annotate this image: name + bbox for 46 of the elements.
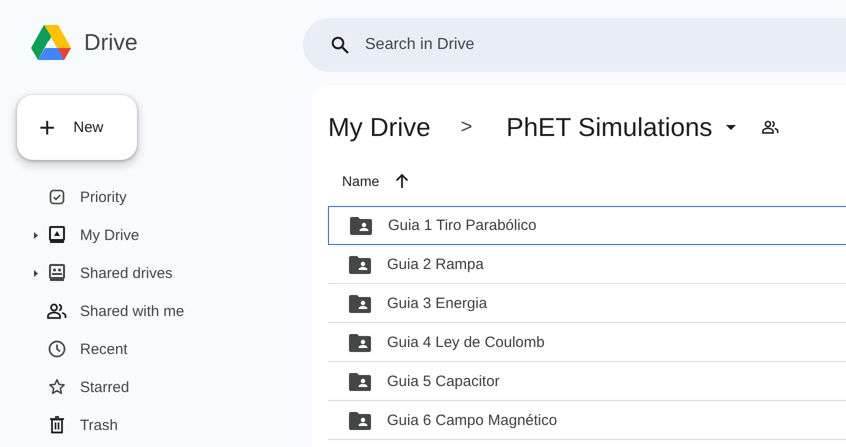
nav-item[interactable]: Shared with me xyxy=(17,292,303,330)
file-row[interactable]: Guia 4 Ley de Coulomb xyxy=(328,323,846,362)
shared-folder-icon xyxy=(349,256,371,274)
shared-folder-icon xyxy=(350,216,372,234)
file-name: Guia 4 Ley de Coulomb xyxy=(387,334,545,351)
expand-caret-icon[interactable] xyxy=(34,270,38,276)
folder-menu-button[interactable]: PhET Simulations xyxy=(502,112,740,142)
sort-arrow-icon[interactable] xyxy=(395,173,410,189)
nav-item[interactable]: Shared drives xyxy=(17,254,303,292)
shared-folder-icon xyxy=(349,412,371,430)
star-icon xyxy=(48,378,66,396)
nav-item[interactable]: Starred xyxy=(17,368,303,406)
file-name: Guia 1 Tiro Parabólico xyxy=(388,217,536,234)
people-icon xyxy=(47,303,67,319)
drive-icon xyxy=(49,226,65,244)
new-button[interactable]: + New xyxy=(17,95,137,160)
nav-item[interactable]: My Drive xyxy=(17,216,303,254)
shared-folder-icon xyxy=(349,294,371,312)
file-row[interactable]: Guia 5 Capacitor xyxy=(328,362,846,401)
expand-caret-icon[interactable] xyxy=(34,232,38,238)
app-name: Drive xyxy=(84,29,138,56)
breadcrumb-link[interactable]: My Drive xyxy=(328,112,431,142)
dropdown-caret-icon xyxy=(726,124,736,130)
file-row[interactable]: Guia 3 Energia xyxy=(328,284,846,323)
nav-item[interactable]: Recent xyxy=(17,330,303,368)
file-name: Guia 5 Capacitor xyxy=(387,373,500,390)
shared-folder-icon xyxy=(349,372,371,390)
file-name: Guia 2 Rampa xyxy=(387,256,484,273)
shared-people-icon[interactable] xyxy=(762,120,780,134)
file-row[interactable]: Guia 2 Rampa xyxy=(328,245,846,284)
file-name: Guia 6 Campo Magnético xyxy=(387,412,558,429)
trash-icon xyxy=(49,416,65,434)
shared-folder-icon xyxy=(349,334,371,352)
priority-icon xyxy=(49,189,65,205)
file-row[interactable]: Guia 1 Tiro Parabólico xyxy=(328,206,846,245)
search-icon xyxy=(331,36,349,54)
shared-drive-icon xyxy=(49,264,65,282)
search-field[interactable]: Search in Drive xyxy=(363,34,667,54)
nav-item[interactable]: Trash xyxy=(17,406,303,444)
breadcrumb-separator: > xyxy=(460,116,472,138)
file-name: Guia 3 Energia xyxy=(387,295,488,312)
clock-icon xyxy=(48,340,66,358)
column-header[interactable]: Name xyxy=(342,173,380,189)
file-row[interactable]: Guia 6 Campo Magnético xyxy=(328,401,846,440)
logo-icon xyxy=(30,24,72,61)
nav-item[interactable]: Priority xyxy=(17,178,303,216)
